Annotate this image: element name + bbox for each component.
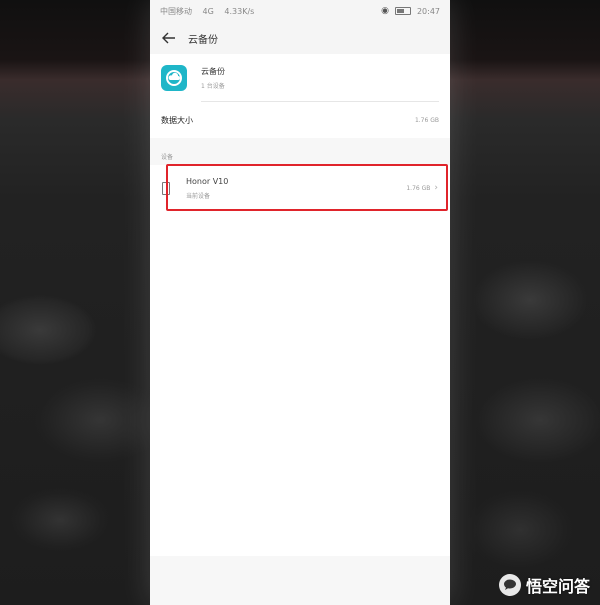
phone-icon [162,181,170,195]
phone-screen: 中国移动 4G 4.33K/s ◉ 20:47 云备份 云备份 1 台设备 数据… [150,0,450,605]
empty-area [150,211,450,556]
net-speed: 4.33K/s [224,6,255,16]
device-status: 当前设备 [186,192,211,200]
network-label: 4G [202,6,214,16]
device-size: 1.76 GB [406,184,431,192]
chat-bubble-icon [498,574,521,596]
watermark-text: 悟空问答 [525,577,590,596]
app-name: 云备份 [201,66,225,76]
app-device-count: 1 台设备 [201,82,225,90]
data-size-label: 数据大小 [161,115,193,125]
device-name: Honor V10 [186,176,229,186]
page-title: 云备份 [188,34,218,46]
main-content: 云备份 1 台设备 数据大小 1.76 GB 设备 Honor V10 当前设备… [150,54,450,605]
battery-icon [394,7,411,15]
carrier-label: 中国移动 [160,6,192,16]
back-arrow-icon[interactable] [160,29,178,47]
app-info-row[interactable]: 云备份 1 台设备 [150,54,450,102]
status-bar: 中国移动 4G 4.33K/s ◉ 20:47 [150,0,450,22]
eye-icon: ◉ [381,6,389,16]
app-bar: 云备份 [150,22,450,54]
chevron-right-icon: › [434,183,438,193]
watermark: 悟空问答 [498,573,590,597]
clock: 20:47 [416,6,440,16]
device-row[interactable]: Honor V10 当前设备 1.76 GB › [150,165,450,211]
data-size-value: 1.76 GB [414,116,439,124]
data-size-row: 数据大小 1.76 GB [150,102,450,138]
devices-section-label: 设备 [150,138,450,165]
cloud-backup-icon [161,65,187,91]
